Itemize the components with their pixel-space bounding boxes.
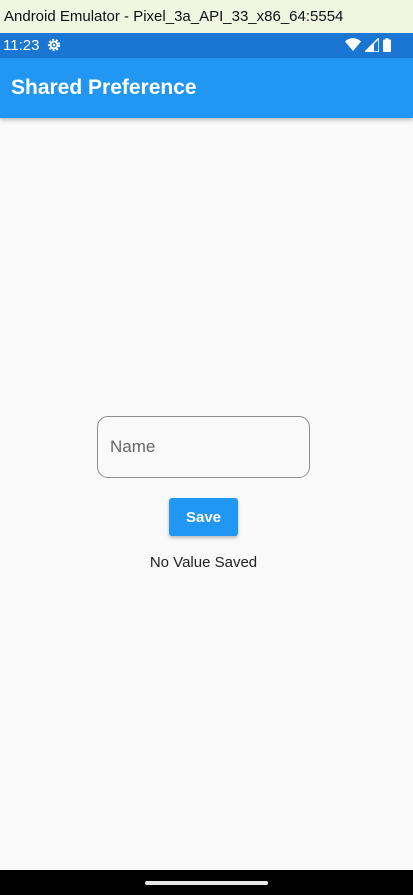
home-gesture-handle[interactable] (145, 881, 268, 885)
emulator-window-title: Android Emulator - Pixel_3a_API_33_x86_6… (0, 0, 413, 33)
status-time: 11:23 (3, 37, 40, 54)
name-input[interactable] (97, 416, 310, 478)
emulator-frame: Android Emulator - Pixel_3a_API_33_x86_6… (0, 0, 413, 895)
main-content: Save No Value Saved (0, 118, 413, 870)
status-bar: 11:23 (0, 33, 413, 58)
battery-icon (383, 38, 391, 52)
status-icons (345, 37, 391, 53)
navigation-bar (0, 870, 413, 895)
gear-icon (47, 38, 61, 52)
page-title: Shared Preference (11, 76, 197, 99)
saved-value-text: No Value Saved (149, 554, 258, 571)
app-bar: Shared Preference (0, 58, 413, 118)
signal-icon (365, 38, 379, 52)
wifi-icon (345, 38, 361, 51)
save-button[interactable]: Save (169, 498, 238, 536)
